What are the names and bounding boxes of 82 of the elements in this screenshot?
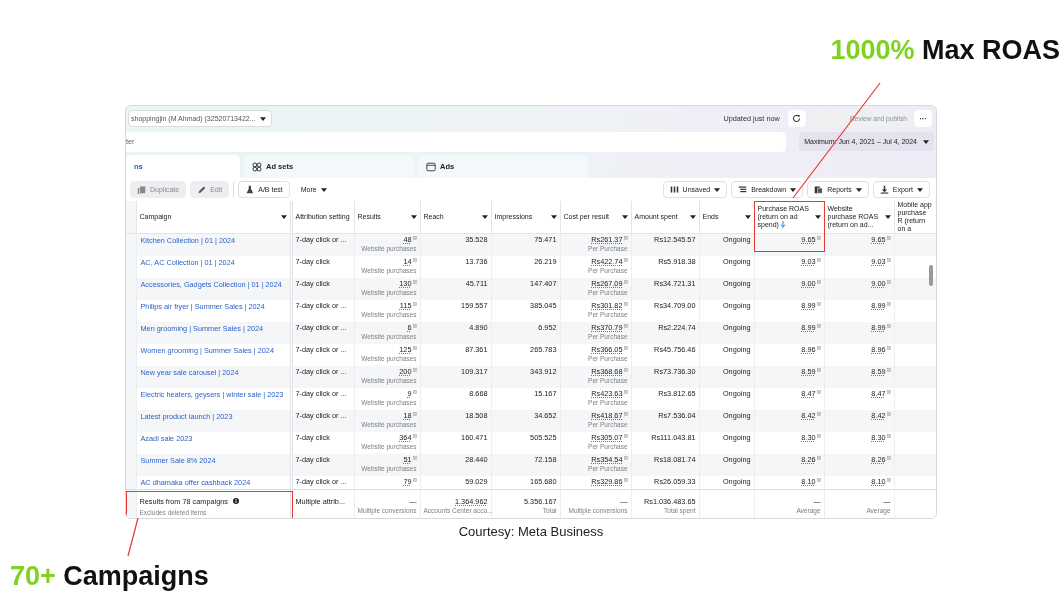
square-icon [886,279,891,284]
annotation-box [754,201,825,252]
square-icon [886,236,891,240]
square-icon [623,433,628,438]
square-icon [623,367,628,372]
square-icon [412,411,417,416]
square-icon [816,236,821,240]
square-icon [623,411,628,416]
square-icon [412,345,417,350]
refresh-button[interactable] [787,110,806,127]
square-icon [623,477,628,482]
list-icon [738,185,748,194]
square-icon [816,345,821,350]
caret-icon [917,187,923,192]
square-icon [623,389,628,394]
pencil-icon [197,185,207,194]
square-icon [412,477,417,482]
square-icon [886,301,891,306]
square-icon [886,433,891,438]
annotation-title: 70+ Campaigns [10,560,210,593]
square-icon [886,345,891,350]
caret-icon [280,215,287,219]
report-icon [814,185,824,194]
square-icon [816,455,821,460]
square-icon [623,323,628,328]
square-icon [623,279,628,284]
info-icon[interactable] [232,497,239,504]
caret-icon [814,215,821,219]
square-icon [412,367,417,372]
square-icon [816,367,821,372]
square-icon [412,389,417,394]
copy-icon [137,185,146,194]
caret-icon [481,215,488,219]
caret-icon [923,139,929,144]
square-icon [886,477,891,482]
caret-icon [744,215,751,219]
square-icon [412,323,417,328]
download-icon [879,185,889,194]
square-icon [886,323,891,328]
caret-icon [550,215,557,219]
square-icon [412,301,417,306]
square-icon [816,477,821,482]
caret-icon [320,187,327,192]
square-icon [623,345,628,350]
square-icon [816,389,821,394]
square-icon [623,455,628,460]
flask-icon [245,185,255,194]
square-icon [816,433,821,438]
caret-icon [790,187,797,192]
caret-icon [714,187,721,192]
refresh-icon [792,114,802,123]
square-icon [816,279,821,284]
grid-icon [252,161,262,172]
square-icon [412,279,417,284]
caption: Courtesy: Meta Business [457,524,605,541]
caret-icon [259,116,266,121]
square-icon [623,257,628,262]
leader-line [127,517,139,557]
caret-icon [689,215,696,219]
square-icon [816,301,821,306]
square-icon [886,389,891,394]
square-icon [886,455,891,460]
square-icon [816,257,821,262]
caret-icon [884,215,891,219]
annotation-title: 1000% Max ROAS [830,34,1060,67]
square-icon [886,411,891,416]
caret-icon [621,215,628,219]
square-icon [412,455,417,460]
columns-icon [669,185,679,194]
square-icon [412,433,417,438]
square-icon [886,367,891,372]
square-icon [412,236,417,240]
scrollbar[interactable] [929,265,933,286]
square-icon [623,236,628,240]
caret-icon [855,187,862,192]
square-icon [816,323,821,328]
square-icon [816,411,821,416]
square-icon [412,257,417,262]
caret-icon [410,215,417,219]
window-icon [426,161,436,172]
square-icon [886,257,891,262]
square-icon [623,301,628,306]
